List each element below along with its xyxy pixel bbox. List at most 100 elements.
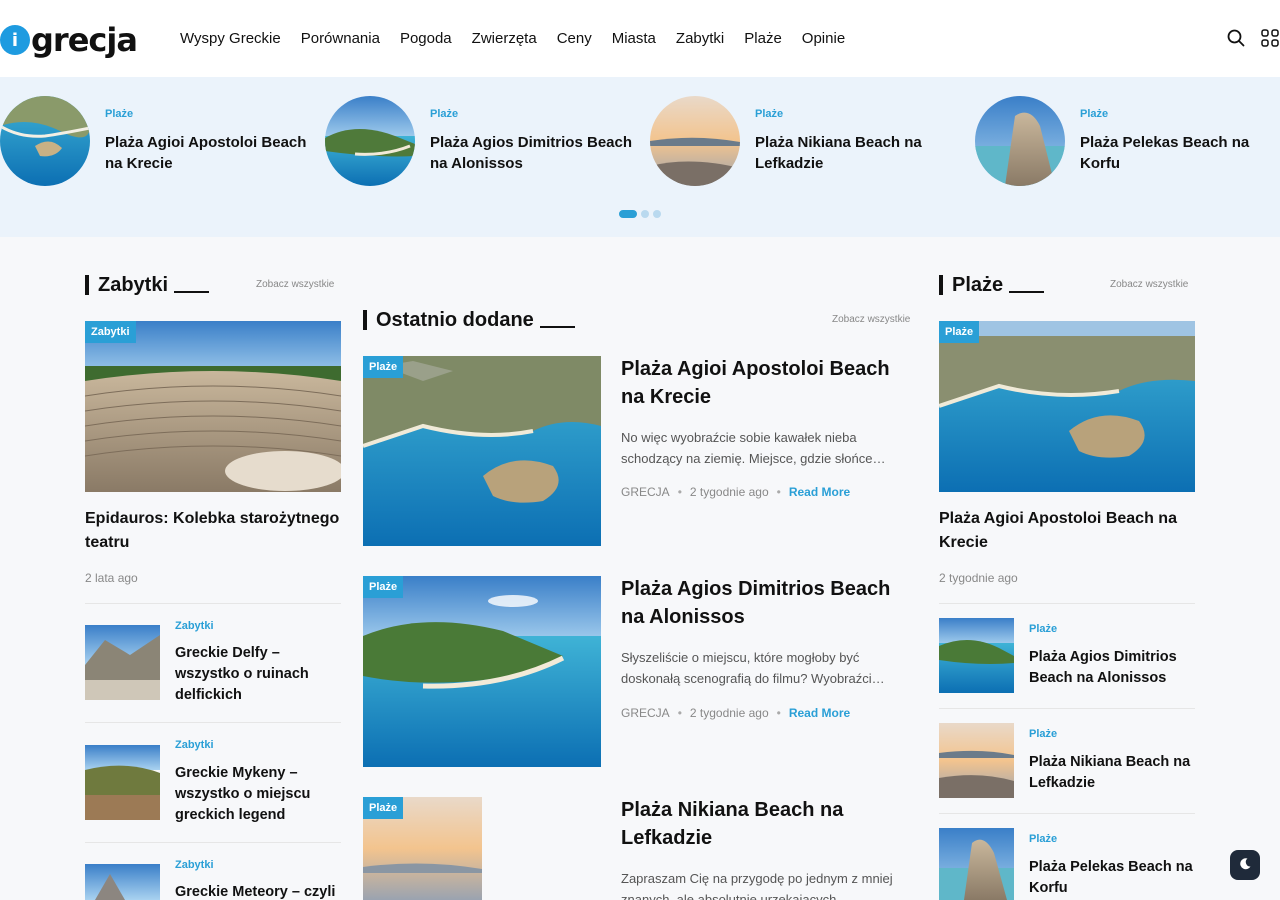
grid-menu-icon[interactable] (1260, 28, 1280, 48)
see-all-link[interactable]: Zobacz wszystkie (832, 314, 910, 325)
nav-item-pogoda[interactable]: Pogoda (390, 30, 462, 47)
nav-item-zwierzeta[interactable]: Zwierzęta (462, 30, 547, 47)
dark-mode-toggle[interactable] (1230, 850, 1260, 880)
slider-dot-active[interactable] (619, 210, 637, 218)
category-badge[interactable]: Zabytki (85, 321, 136, 343)
section-title[interactable]: Ostatnio dodane (376, 309, 534, 332)
post-category[interactable]: Zabytki (175, 739, 214, 751)
nav-item-miasta[interactable]: Miasta (602, 30, 666, 47)
post-excerpt: Słyszeliście o miejscu, które mogłoby by… (621, 650, 885, 686)
heading-underline (1009, 291, 1045, 293)
post-title[interactable]: Plaża Agioi Apostoloi Beach na Krecie (939, 507, 1195, 555)
post-image[interactable]: Zabytki (85, 321, 341, 492)
post-meta: GRECJA • 2 tygodnie ago • Read More (621, 706, 850, 720)
post-image[interactable]: Plaże (363, 356, 601, 546)
post-image[interactable]: Plaże (363, 797, 482, 900)
post-category[interactable]: Plaże (1029, 623, 1057, 635)
post-date: 2 lata ago (85, 571, 138, 585)
featured-item[interactable]: Plaże Plaża Pelekas Beach na Korfu (975, 96, 1280, 186)
divider (85, 842, 341, 843)
category-badge[interactable]: Plaże (363, 576, 404, 598)
section-heading-plaze: Plaże (939, 274, 1045, 297)
featured-category[interactable]: Plaże (755, 108, 783, 120)
category-badge[interactable]: Plaże (363, 797, 404, 819)
post-title[interactable]: Plaża Agioi Apostoloi Beach na Krecie (621, 355, 911, 411)
section-heading-zabytki: Zabytki (85, 274, 210, 297)
nav-item-porownania[interactable]: Porównania (291, 30, 390, 47)
featured-thumbnail[interactable] (650, 96, 740, 186)
see-all-link[interactable]: Zobacz wszystkie (256, 279, 334, 290)
divider (939, 603, 1195, 604)
moon-icon (1238, 856, 1252, 875)
logo-mark: i (0, 25, 30, 55)
featured-title[interactable]: Plaża Pelekas Beach na Korfu (1080, 132, 1280, 174)
main-nav: Wyspy Greckie Porównania Pogoda Zwierzęt… (170, 0, 855, 77)
post-title[interactable]: Plaża Agios Dimitrios Beach na Alonissos (1029, 647, 1199, 689)
see-all-link[interactable]: Zobacz wszystkie (1110, 279, 1188, 290)
meta-separator: • (677, 706, 682, 720)
featured-thumbnail[interactable] (975, 96, 1065, 186)
meta-separator: • (776, 485, 781, 499)
post-excerpt: Zapraszam Cię na przygodę po jednym z mn… (621, 871, 893, 900)
featured-item[interactable]: Plaże Plaża Agios Dimitrios Beach na Alo… (325, 96, 645, 186)
divider (939, 708, 1195, 709)
nav-item-zabytki[interactable]: Zabytki (666, 30, 734, 47)
featured-slider: Plaże Plaża Agioi Apostoloi Beach na Kre… (0, 77, 1280, 237)
post-thumbnail[interactable] (939, 618, 1014, 693)
post-title[interactable]: Plaża Nikiana Beach na Lefkadzie (621, 796, 911, 852)
featured-item[interactable]: Plaże Plaża Agioi Apostoloi Beach na Kre… (0, 96, 320, 186)
post-title[interactable]: Greckie Mykeny – wszystko o miejscu grec… (175, 763, 345, 826)
post-title[interactable]: Greckie Delfy – wszystko o ruinach delfi… (175, 643, 345, 706)
post-category[interactable]: Zabytki (175, 859, 214, 871)
post-category[interactable]: Plaże (1029, 728, 1057, 740)
post-thumbnail[interactable] (85, 625, 160, 700)
post-title[interactable]: Plaża Agios Dimitrios Beach na Alonissos (621, 575, 911, 631)
featured-thumbnail[interactable] (0, 96, 90, 186)
featured-item[interactable]: Plaże Plaża Nikiana Beach na Lefkadzie (650, 96, 970, 186)
heading-bar (85, 275, 89, 295)
post-thumbnail[interactable] (85, 745, 160, 820)
post-title[interactable]: Epidauros: Kolebka starożytnego teatru (85, 507, 341, 555)
slider-dot[interactable] (653, 210, 661, 218)
section-title[interactable]: Zabytki (98, 274, 168, 297)
post-thumbnail[interactable] (939, 723, 1014, 798)
post-author[interactable]: GRECJA (621, 485, 670, 499)
section-title[interactable]: Plaże (952, 274, 1003, 297)
read-more-link[interactable]: Read More (789, 485, 850, 499)
nav-item-wyspy[interactable]: Wyspy Greckie (170, 30, 291, 47)
search-icon[interactable] (1226, 28, 1246, 48)
site-logo[interactable]: i grecja (0, 20, 138, 60)
post-thumbnail[interactable] (85, 864, 160, 900)
post-category[interactable]: Plaże (1029, 833, 1057, 845)
section-heading-ostatnio: Ostatnio dodane (363, 309, 575, 331)
post-category[interactable]: Zabytki (175, 620, 214, 632)
post-author[interactable]: GRECJA (621, 706, 670, 720)
featured-category[interactable]: Plaże (1080, 108, 1108, 120)
logo-text: grecja (31, 21, 138, 59)
nav-item-plaze[interactable]: Plaże (734, 30, 792, 47)
category-badge[interactable]: Plaże (363, 356, 404, 378)
heading-bar (363, 310, 367, 330)
post-date: 2 tygodnie ago (939, 571, 1018, 585)
nav-item-ceny[interactable]: Ceny (547, 30, 602, 47)
featured-category[interactable]: Plaże (430, 108, 458, 120)
slider-dot[interactable] (641, 210, 649, 218)
heading-underline (174, 291, 210, 293)
heading-underline (539, 326, 575, 328)
post-date: 2 tygodnie ago (689, 485, 769, 499)
post-title[interactable]: Greckie Meteory – czyli (175, 882, 345, 900)
post-thumbnail[interactable] (939, 828, 1014, 900)
read-more-link[interactable]: Read More (789, 706, 850, 720)
featured-category[interactable]: Plaże (105, 108, 133, 120)
divider (939, 813, 1195, 814)
category-badge[interactable]: Plaże (939, 321, 980, 343)
featured-thumbnail[interactable] (325, 96, 415, 186)
post-image[interactable]: Plaże (939, 321, 1195, 492)
featured-title[interactable]: Plaża Nikiana Beach na Lefkadzie (755, 132, 965, 174)
featured-title[interactable]: Plaża Agioi Apostoloi Beach na Krecie (105, 132, 315, 174)
featured-title[interactable]: Plaża Agios Dimitrios Beach na Alonissos (430, 132, 640, 174)
nav-item-opinie[interactable]: Opinie (792, 30, 855, 47)
post-image[interactable]: Plaże (363, 576, 601, 767)
post-title[interactable]: Plaża Pelekas Beach na Korfu (1029, 857, 1199, 899)
post-title[interactable]: Plaża Nikiana Beach na Lefkadzie (1029, 752, 1199, 794)
